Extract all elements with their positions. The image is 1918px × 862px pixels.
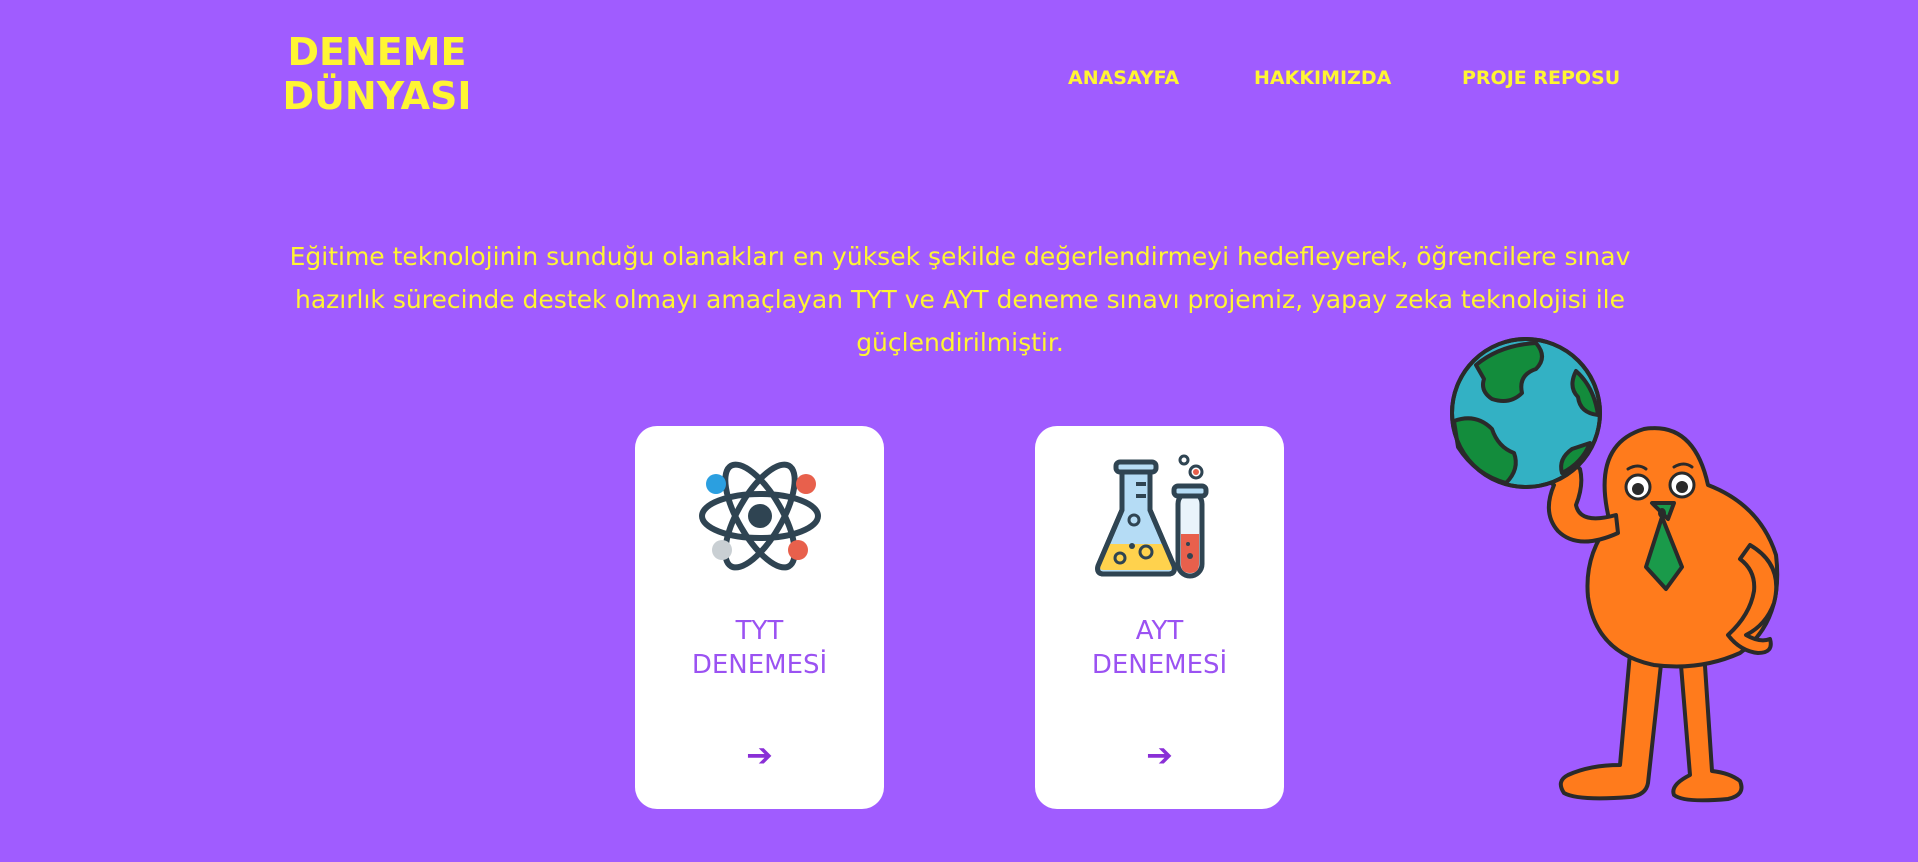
- nav-link-proje-reposu[interactable]: PROJE REPOSU: [1462, 67, 1620, 89]
- tyt-card-title-line1: TYT: [735, 616, 784, 646]
- ayt-exam-card[interactable]: AYT DENEMESİ ➔: [1035, 426, 1284, 809]
- tyt-exam-card[interactable]: TYT DENEMESİ ➔: [635, 426, 884, 809]
- nav-link-hakkimizda[interactable]: HAKKIMIZDA: [1254, 67, 1391, 89]
- globe-character-illustration: [1450, 337, 1780, 803]
- chemistry-flask-icon: [1095, 454, 1209, 579]
- ayt-card-title-line2: DENEMESİ: [1091, 650, 1228, 680]
- ayt-card-title: AYT DENEMESİ: [1035, 614, 1284, 682]
- tyt-arrow-right-icon[interactable]: ➔: [635, 739, 884, 771]
- nav-link-anasayfa[interactable]: ANASAYFA: [1068, 67, 1179, 89]
- ayt-arrow-right-icon[interactable]: ➔: [1035, 739, 1284, 771]
- tyt-card-title: TYT DENEMESİ: [635, 614, 884, 682]
- atom-icon: [699, 461, 821, 571]
- main-nav: ANASAYFA HAKKIMIZDA PROJE REPOSU: [0, 67, 1918, 97]
- tyt-card-title-line2: DENEMESİ: [691, 650, 828, 680]
- ayt-card-title-line1: AYT: [1135, 616, 1184, 646]
